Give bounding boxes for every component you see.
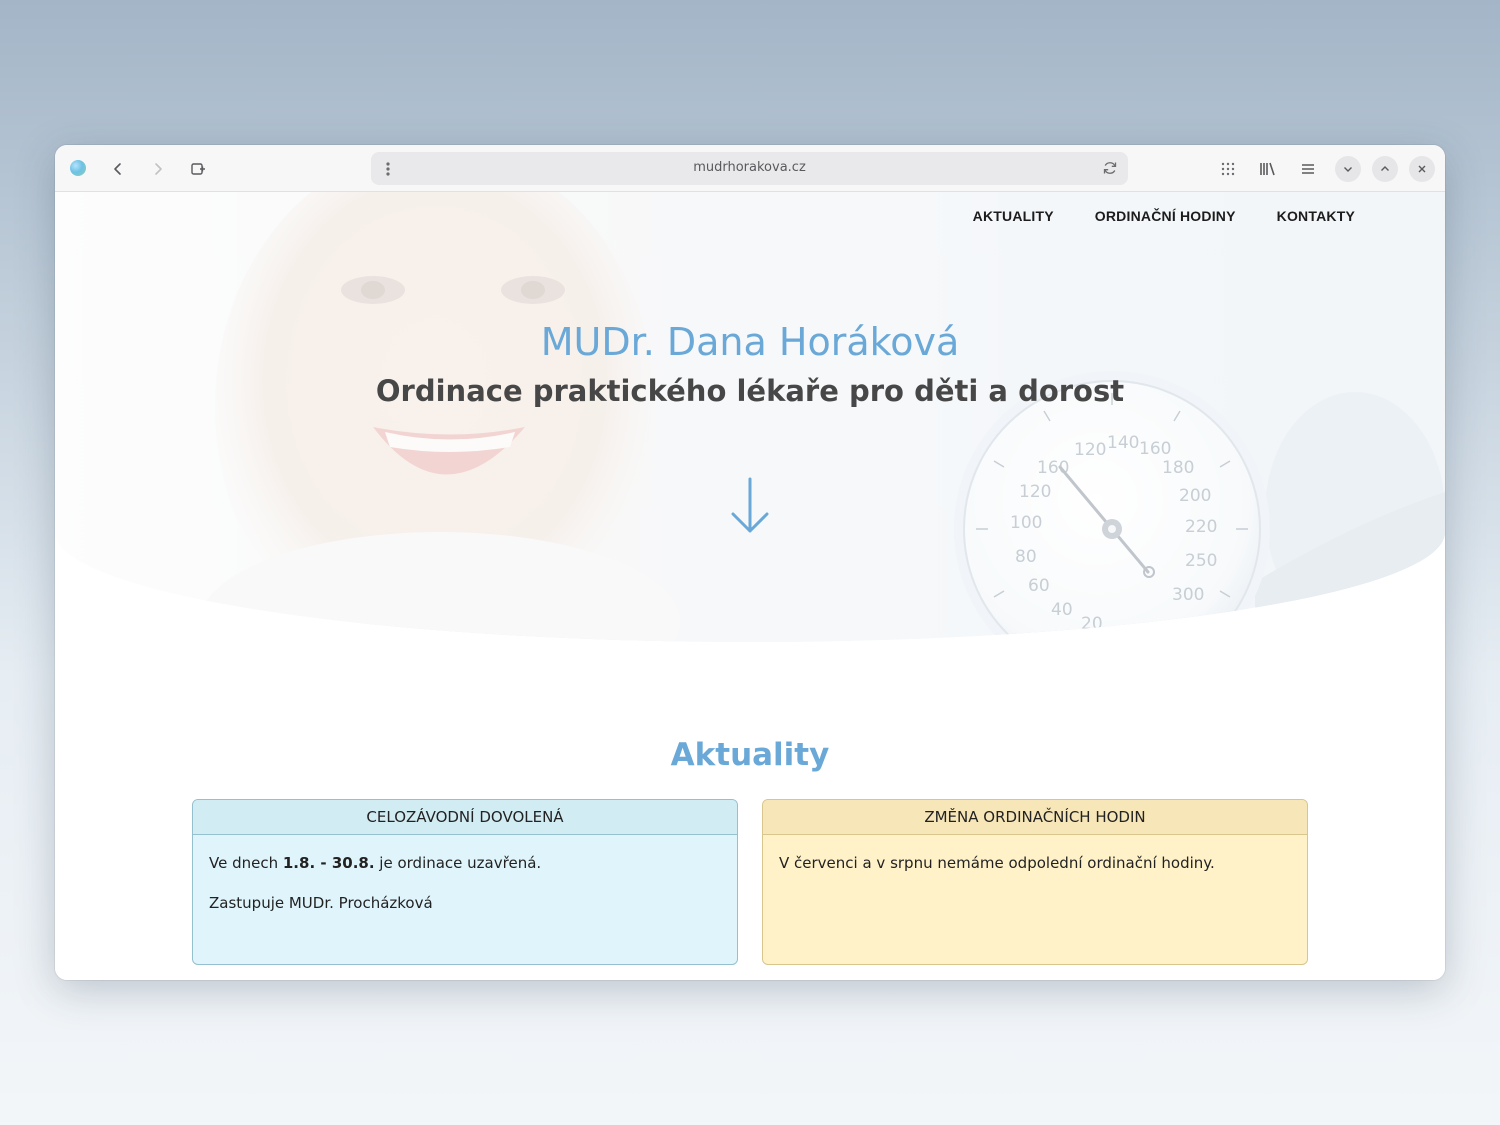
browser-toolbar: mudrhorakova.cz — [55, 145, 1445, 192]
news-card-text: Ve dnech 1.8. - 30.8. je ordinace uzavře… — [209, 853, 721, 873]
browser-window: mudrhorakova.cz 20 40 60 80 100 120 160 … — [55, 145, 1445, 980]
text-segment: je ordinace uzavřená. — [374, 854, 542, 872]
maximize-icon[interactable] — [1372, 156, 1398, 182]
reload-icon[interactable] — [1102, 160, 1118, 180]
library-icon[interactable] — [1255, 156, 1281, 182]
menu-icon[interactable] — [1295, 156, 1321, 182]
hero-banner: 20 40 60 80 100 120 160 120 140 160 180 … — [55, 192, 1445, 642]
text-segment: Ve dnech — [209, 854, 283, 872]
news-card-vacation: CELOZÁVODNÍ DOVOLENÁ Ve dnech 1.8. - 30.… — [192, 799, 738, 965]
url-text[interactable]: mudrhorakova.cz — [371, 160, 1128, 175]
news-card-text: V červenci a v srpnu nemáme odpolední or… — [779, 854, 1215, 872]
minimize-icon[interactable] — [1335, 156, 1361, 182]
new-tab-icon[interactable] — [185, 156, 211, 182]
nav-link-aktuality[interactable]: AKTUALITY — [973, 208, 1054, 224]
news-card-title: ZMĚNA ORDINAČNÍCH HODIN — [763, 800, 1307, 835]
news-section-title: Aktuality — [670, 737, 830, 773]
hero-title: MUDr. Dana Horáková — [540, 320, 960, 364]
back-icon[interactable] — [105, 156, 131, 182]
main-navigation: AKTUALITY ORDINAČNÍ HODINY KONTAKTY — [973, 208, 1355, 224]
nav-link-kontakty[interactable]: KONTAKTY — [1277, 208, 1355, 224]
close-icon[interactable] — [1409, 156, 1435, 182]
web-page: 20 40 60 80 100 120 160 120 140 160 180 … — [55, 192, 1445, 980]
scroll-down-arrow-icon[interactable] — [731, 477, 769, 539]
hero-subtitle: Ordinace praktického lékaře pro děti a d… — [375, 374, 1125, 408]
hero-background-image: 20 40 60 80 100 120 160 120 140 160 180 … — [55, 192, 1445, 642]
news-card-body: V červenci a v srpnu nemáme odpolední or… — [763, 835, 1307, 911]
news-card-text: Zastupuje MUDr. Procházková — [209, 894, 433, 912]
site-identity-icon[interactable] — [70, 160, 86, 176]
nav-link-ordinacni-hodiny[interactable]: ORDINAČNÍ HODINY — [1095, 208, 1236, 224]
forward-icon[interactable] — [145, 156, 171, 182]
address-bar[interactable]: mudrhorakova.cz — [371, 152, 1128, 185]
news-card-body: Ve dnech 1.8. - 30.8. je ordinace uzavře… — [193, 835, 737, 951]
date-range: 1.8. - 30.8. — [282, 854, 375, 872]
news-card-title: CELOZÁVODNÍ DOVOLENÁ — [193, 800, 737, 835]
apps-grid-icon[interactable] — [1215, 156, 1241, 182]
news-card-hours-change: ZMĚNA ORDINAČNÍCH HODIN V červenci a v s… — [762, 799, 1308, 965]
